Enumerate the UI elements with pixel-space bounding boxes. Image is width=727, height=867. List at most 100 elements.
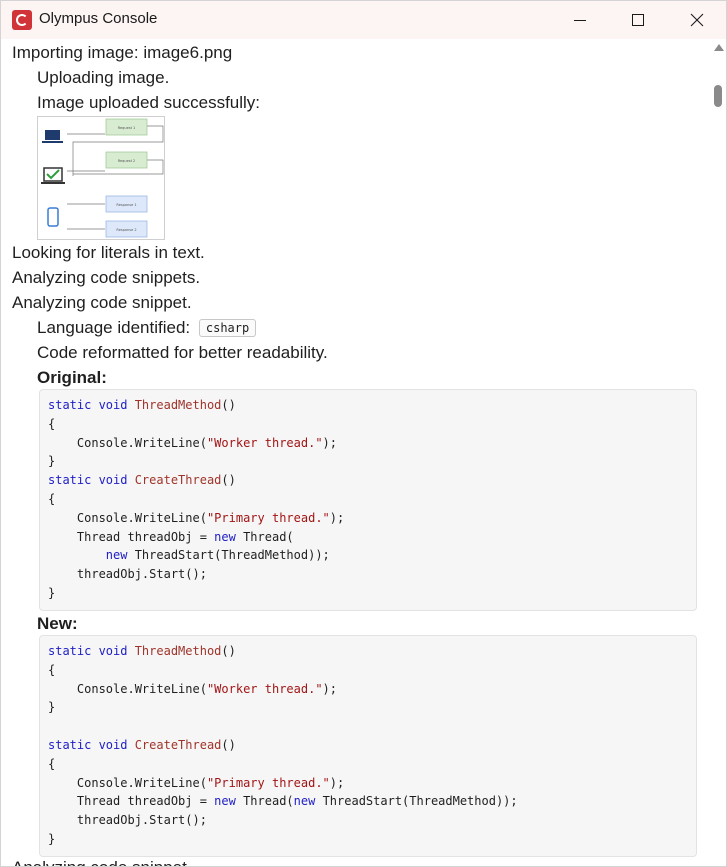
- new-heading: New:: [37, 614, 78, 633]
- code-token: }: [48, 454, 56, 469]
- code-line: threadObj.Start();: [48, 811, 696, 830]
- code-line: Console.WriteLine("Worker thread.");: [48, 434, 696, 453]
- code-token: "Primary thread.": [206, 775, 330, 790]
- window-title: Olympus Console: [39, 10, 158, 27]
- code-token: static void: [48, 644, 135, 658]
- code-token: {: [48, 416, 56, 431]
- code-token: Thread(: [235, 794, 294, 809]
- log-language: Language identified: csharp: [37, 318, 257, 338]
- code-line: Thread threadObj = new Thread(: [48, 528, 696, 547]
- log-reformatted: Code reformatted for better readability.: [37, 343, 328, 362]
- code-token: "Worker thread.": [206, 435, 323, 450]
- new-code: static void ThreadMethod(){ Console.Writ…: [40, 636, 696, 849]
- code-token: Console.WriteLine(: [48, 681, 207, 696]
- code-token: new: [105, 548, 128, 563]
- vertical-scrollbar[interactable]: [711, 39, 726, 866]
- code-token: ThreadMethod: [134, 398, 222, 412]
- code-line: Thread threadObj = new Thread(new Thread…: [48, 792, 696, 811]
- code-token: ThreadStart(ThreadMethod));: [315, 794, 518, 809]
- thumb-box-label: Request 2: [118, 159, 136, 163]
- close-button[interactable]: [668, 1, 726, 39]
- code-line: }: [48, 698, 696, 717]
- code-line: static void CreateThread(): [48, 471, 696, 490]
- code-line: static void CreateThread(): [48, 736, 696, 755]
- code-token: Console.WriteLine(: [48, 775, 207, 790]
- code-token: threadObj.Start();: [48, 813, 207, 828]
- code-token: "Worker thread.": [206, 681, 323, 696]
- code-token: }: [48, 700, 56, 715]
- original-heading: Original:: [37, 368, 107, 387]
- code-line: {: [48, 490, 696, 509]
- code-token: ThreadStart(ThreadMethod));: [127, 548, 330, 563]
- maximize-button[interactable]: [609, 1, 667, 39]
- code-line: Console.WriteLine("Worker thread.");: [48, 680, 696, 699]
- code-token: }: [48, 831, 56, 846]
- laptop-check-icon: [41, 167, 65, 184]
- code-token: static void: [48, 473, 135, 488]
- code-token: );: [322, 435, 337, 450]
- code-token: static void: [48, 398, 135, 412]
- code-token: static void: [48, 737, 135, 752]
- code-token: Thread threadObj =: [48, 794, 215, 809]
- thumb-box-label: Response 1: [116, 203, 136, 207]
- minimize-icon: [574, 20, 586, 21]
- log-uploaded: Image uploaded successfully:: [37, 93, 261, 112]
- language-label: Language identified:: [37, 318, 191, 337]
- scrollbar-thumb[interactable]: [714, 85, 722, 107]
- code-token: new: [293, 794, 316, 809]
- scroll-up-arrow-icon[interactable]: [714, 44, 724, 51]
- computer-icon: [42, 130, 63, 143]
- code-line: }: [48, 830, 696, 849]
- code-token: ThreadMethod: [134, 644, 222, 658]
- code-token: threadObj.Start();: [48, 567, 207, 582]
- code-line: threadObj.Start();: [48, 565, 696, 584]
- code-token: (): [221, 644, 236, 658]
- code-line: new ThreadStart(ThreadMethod));: [48, 546, 696, 565]
- language-badge: csharp: [198, 319, 257, 337]
- thumb-box-label: Response 2: [116, 228, 136, 232]
- code-token: "Primary thread.": [206, 510, 330, 525]
- code-token: CreateThread: [134, 737, 222, 752]
- code-token: Thread threadObj =: [48, 529, 215, 544]
- code-line: static void ThreadMethod(): [48, 642, 696, 661]
- code-token: Console.WriteLine(: [48, 435, 207, 450]
- log-analyzing-snippet: Analyzing code snippet.: [12, 293, 192, 312]
- console-window: Olympus Console Importing image: image6.…: [0, 0, 727, 867]
- code-token: (): [221, 473, 236, 488]
- title-bar[interactable]: Olympus Console: [1, 1, 726, 39]
- minimize-button[interactable]: [551, 1, 609, 39]
- code-line: Console.WriteLine("Primary thread.");: [48, 774, 696, 793]
- console-output[interactable]: Importing image: image6.png Uploading im…: [1, 39, 711, 866]
- thumb-box-label: Request 1: [118, 126, 136, 130]
- maximize-icon: [632, 14, 644, 26]
- log-literals: Looking for literals in text.: [12, 243, 205, 262]
- code-line: {: [48, 661, 696, 680]
- code-token: }: [48, 585, 56, 600]
- code-line: }: [48, 584, 696, 603]
- log-importing: Importing image: image6.png: [12, 43, 233, 62]
- log-analyzing-snippets: Analyzing code snippets.: [12, 268, 201, 287]
- code-line: }: [48, 452, 696, 471]
- app-logo-icon: [12, 10, 32, 30]
- original-code: static void ThreadMethod(){ Console.Writ…: [40, 390, 696, 603]
- code-line: {: [48, 755, 696, 774]
- code-token: (): [221, 398, 236, 412]
- original-code-block[interactable]: static void ThreadMethod(){ Console.Writ…: [39, 389, 697, 611]
- log-trailing: Analyzing code snippet.: [12, 858, 192, 866]
- code-token: );: [329, 775, 345, 790]
- code-line: static void ThreadMethod(): [48, 396, 696, 415]
- uploaded-image-thumbnail: Request 1 Request 2 Response 1 Response …: [37, 116, 165, 240]
- log-uploading: Uploading image.: [37, 68, 170, 87]
- code-token: {: [48, 491, 56, 506]
- code-token: new: [214, 529, 236, 544]
- code-token: );: [322, 681, 337, 696]
- code-token: (): [221, 737, 236, 752]
- code-token: Thread(: [235, 529, 294, 544]
- code-token: {: [48, 756, 56, 771]
- code-token: );: [329, 510, 345, 525]
- new-code-block[interactable]: static void ThreadMethod(){ Console.Writ…: [39, 635, 697, 857]
- close-icon: [690, 13, 704, 27]
- code-token: CreateThread: [134, 473, 222, 488]
